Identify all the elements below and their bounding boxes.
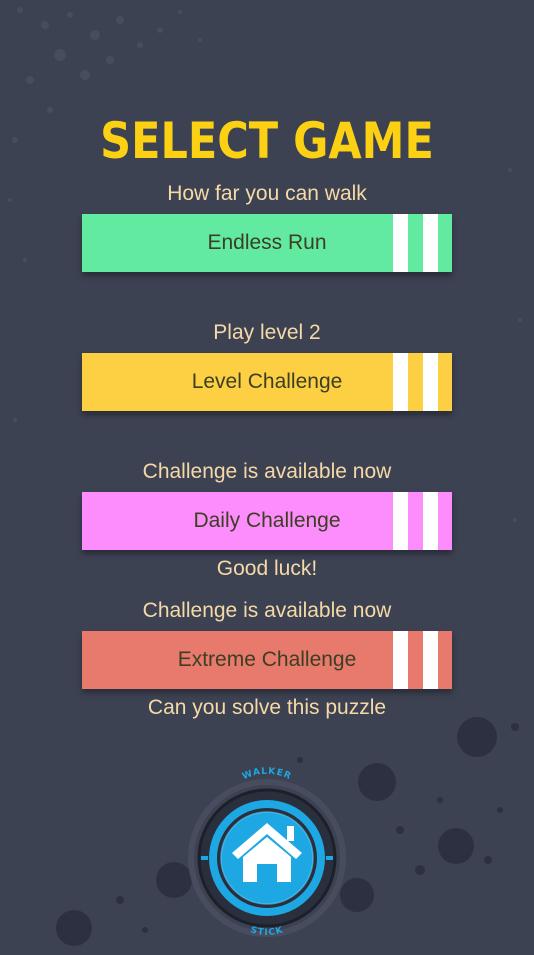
button-stripe	[423, 353, 438, 411]
extreme-challenge-subcaption: Can you solve this puzzle	[147, 696, 387, 719]
home-button[interactable]: WALKER STICK	[188, 760, 346, 950]
page-title: SELECT GAME	[100, 112, 434, 170]
extreme-challenge-button[interactable]: Extreme Challenge	[82, 631, 452, 689]
endless-run-button[interactable]: Endless Run	[82, 214, 452, 272]
daily-challenge-caption: Challenge is available now	[142, 460, 392, 483]
button-stripe	[393, 631, 408, 689]
daily-challenge-subcaption: Good luck!	[216, 557, 318, 580]
extreme-challenge-caption: Challenge is available now	[142, 599, 392, 622]
home-badge: WALKER STICK	[188, 767, 346, 938]
level-challenge-caption: Play level 2	[213, 321, 321, 344]
button-stripe	[423, 214, 438, 272]
endless-run-caption: How far you can walk	[167, 182, 367, 205]
button-stripe	[393, 492, 408, 550]
level-challenge-button[interactable]: Level Challenge	[82, 353, 452, 411]
button-stripe	[393, 214, 408, 272]
button-stripe	[423, 492, 438, 550]
button-stripe	[393, 353, 408, 411]
button-stripe	[423, 631, 438, 689]
daily-challenge-button[interactable]: Daily Challenge	[82, 492, 452, 550]
